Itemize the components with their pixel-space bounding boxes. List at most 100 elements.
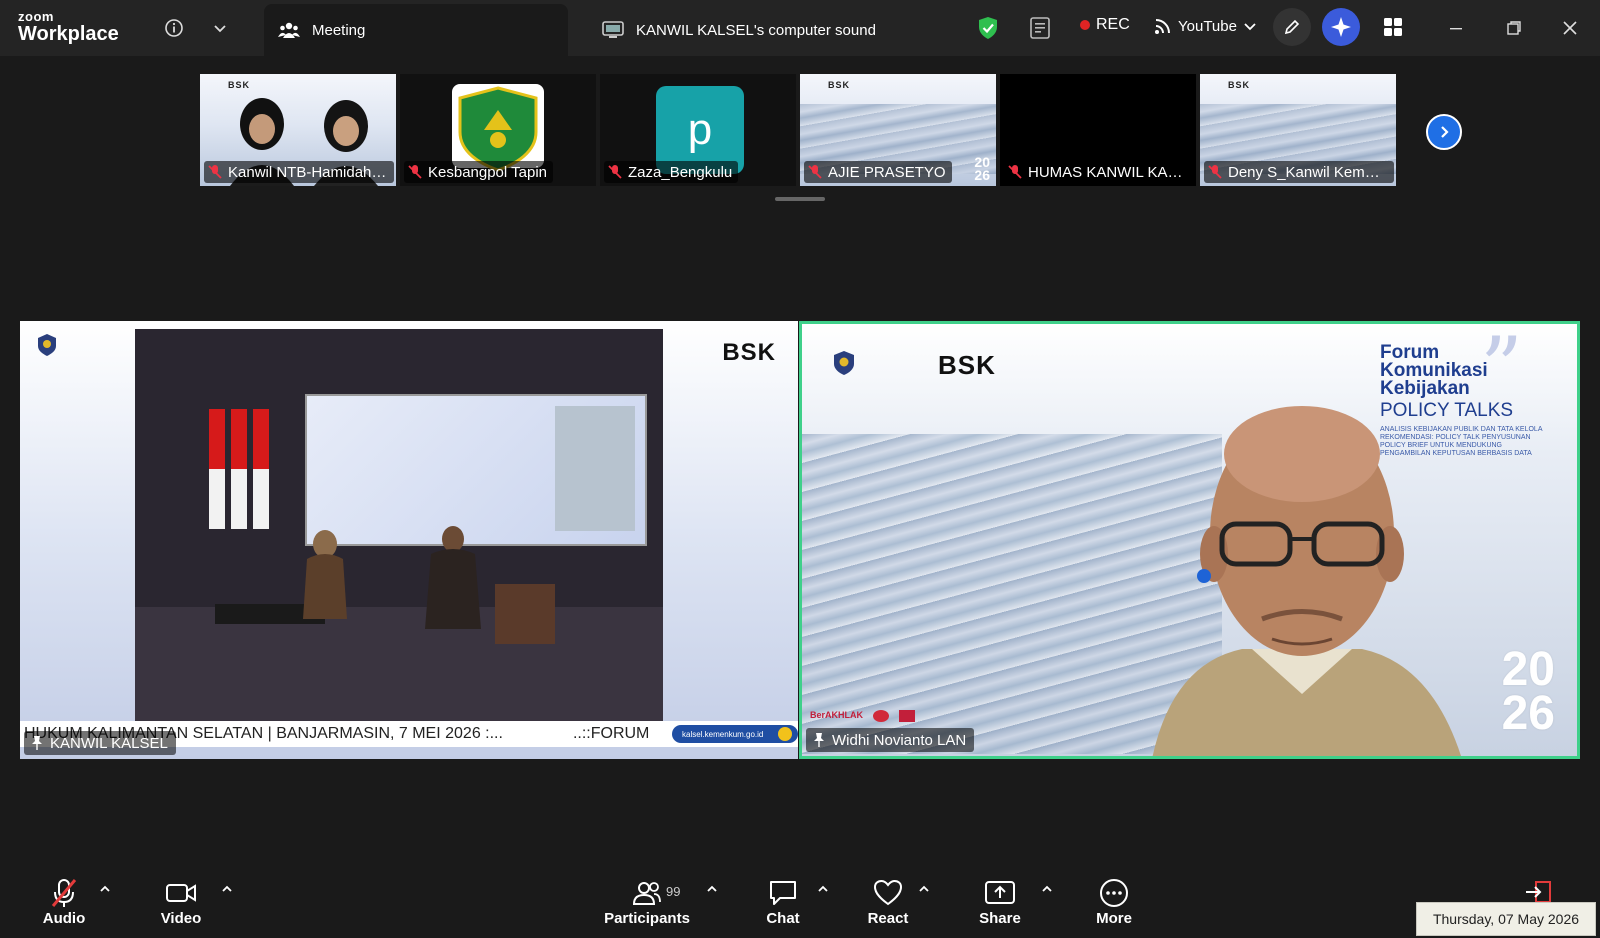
participant-tile[interactable]: Kesbangpol Tapin [400,74,596,186]
chat-label: Chat [766,910,800,927]
pencil-icon [1284,19,1300,35]
share-screen-icon [984,878,1016,908]
broadcast-icon [1155,19,1170,34]
react-label: React [867,910,909,927]
share-button[interactable]: Share [952,878,1048,927]
system-date: Thursday, 07 May 2026 [1416,902,1596,936]
brand-zoom: zoom [18,9,54,24]
slide-badges: BerAKHLAK [810,710,916,722]
more-button[interactable]: More [1066,878,1162,927]
participants-label: Participants [604,910,690,927]
brand-workplace: Workplace [18,23,119,45]
year-bottom: 26 [1501,687,1555,740]
restore-icon [1507,21,1521,35]
chat-options-caret[interactable] [816,882,830,896]
thumbnail-scroll-indicator[interactable] [775,197,825,201]
chat-bubble-icon [768,878,798,908]
chevron-up-icon [707,885,717,892]
ministry-logo [36,333,128,361]
recording-indicator[interactable]: REC [1080,16,1130,34]
more-dots-icon [1099,878,1129,908]
audio-options-caret[interactable] [98,882,112,896]
share-options-caret[interactable] [1040,882,1054,896]
bsk-logo: BSK [722,339,776,366]
tab-sound-label: KANWIL KALSEL's computer sound [636,21,876,39]
participants-options-caret[interactable] [705,882,719,896]
video-name-tag: Widhi Novianto LAN [806,728,975,752]
heart-icon [873,878,903,908]
mic-muted-icon [208,165,222,179]
annotate-button[interactable] [1273,8,1311,46]
speaker-video [1152,406,1461,756]
participant-name: Kesbangpol Tapin [428,163,547,181]
zoom-meeting-window: zoom Workplace Meeting KANWIL KALSEL's c… [0,0,1600,938]
video-tile-active-speaker[interactable]: BSK ” Forum Komunikasi Kebijakan POLICY … [799,321,1580,759]
pin-icon [814,733,824,747]
apps-button[interactable] [1374,8,1412,46]
participant-name-tag: Kanwil NTB-Hamidah ... [204,161,394,183]
participants-icon: 99 [632,878,680,908]
participant-tile[interactable]: BSK Deny S_Kanwil Kemen... [1200,74,1396,186]
chevron-down-icon [1244,23,1256,31]
minimize-button[interactable] [1442,14,1470,42]
video-label: Video [160,910,202,927]
chevron-down-icon[interactable] [206,14,234,42]
participants-button[interactable]: 99 Participants [597,878,697,927]
video-name: Widhi Novianto LAN [832,731,967,749]
title-bar: zoom Workplace Meeting KANWIL KALSEL's c… [0,0,1600,56]
tab-computer-sound[interactable]: KANWIL KALSEL's computer sound [594,4,934,56]
globe-icon [778,727,792,741]
audio-label: Audio [42,910,86,927]
participant-name: Kanwil NTB-Hamidah ... [228,163,388,181]
close-icon [1563,21,1577,35]
next-page-button[interactable] [1426,114,1462,150]
video-button[interactable]: Video [133,878,229,927]
video-camera-icon [165,878,197,908]
tab-meeting-label: Meeting [312,21,366,39]
ticker-website: kalsel.kemenkum.go.id [672,725,798,743]
more-label: More [1096,910,1132,927]
slide-logo: BSK [828,80,851,90]
mic-muted-icon [50,878,78,908]
meeting-controls-toolbar: Audio Video 99 Participants Chat React S… [0,866,1600,938]
video-tile-kanwil-kalsel[interactable]: BSK HUKUM KALIMANTAN SELATAN | BANJARMAS… [20,321,798,759]
info-icon[interactable] [160,14,188,42]
participant-name: HUMAS KANWIL KALS... [1028,163,1188,181]
video-name: KANWIL KALSEL [50,734,168,752]
chevron-up-icon [919,885,929,892]
chevron-up-icon [222,885,232,892]
restore-button[interactable] [1500,14,1528,42]
close-button[interactable] [1556,14,1584,42]
badge-logo-icon [873,710,890,722]
participant-name-tag: AJIE PRASETYO [804,161,952,183]
participant-tile[interactable]: BSK Kanwil NTB-Hamidah ... [200,74,396,186]
react-options-caret[interactable] [917,882,931,896]
participant-tile[interactable]: p Zaza_Bengkulu [600,74,796,186]
participant-name-tag: Zaza_Bengkulu [604,161,739,183]
participant-tile[interactable]: HUMAS KANWIL KALS... [1000,74,1196,186]
tab-meeting[interactable]: Meeting [264,4,568,56]
mic-muted-icon [608,165,622,179]
participant-name-tag: HUMAS KANWIL KALS... [1004,161,1194,183]
mic-muted-icon [408,165,422,179]
participant-thumbnail-strip: BSK Kanwil NTB-Hamidah ... Kesbangpol Ta… [200,74,1466,188]
badge-berakhlak: BerAKHLAK [810,710,864,720]
event-stage-scene [135,329,663,727]
video-options-caret[interactable] [220,882,234,896]
shield-icon[interactable] [974,14,1002,42]
notes-icon[interactable] [1026,14,1054,42]
ai-companion-button[interactable] [1322,8,1360,46]
screen-share-icon [602,21,624,38]
slide-year: 20 26 [1502,646,1555,738]
livestream-youtube[interactable]: YouTube [1154,17,1263,35]
ministry-logo [834,351,854,375]
participant-name: Zaza_Bengkulu [628,163,733,181]
video-name-tag: KANWIL KALSEL [24,731,176,755]
minimize-icon [1450,28,1462,30]
ticker-website-text: kalsel.kemenkum.go.id [682,729,764,739]
participant-tile[interactable]: BSK 20 26 AJIE PRASETYO [800,74,996,186]
slide-logo: BSK [1228,80,1251,90]
chevron-up-icon [100,885,110,892]
speakers-on-stage [215,526,555,644]
meeting-icon [278,22,300,38]
